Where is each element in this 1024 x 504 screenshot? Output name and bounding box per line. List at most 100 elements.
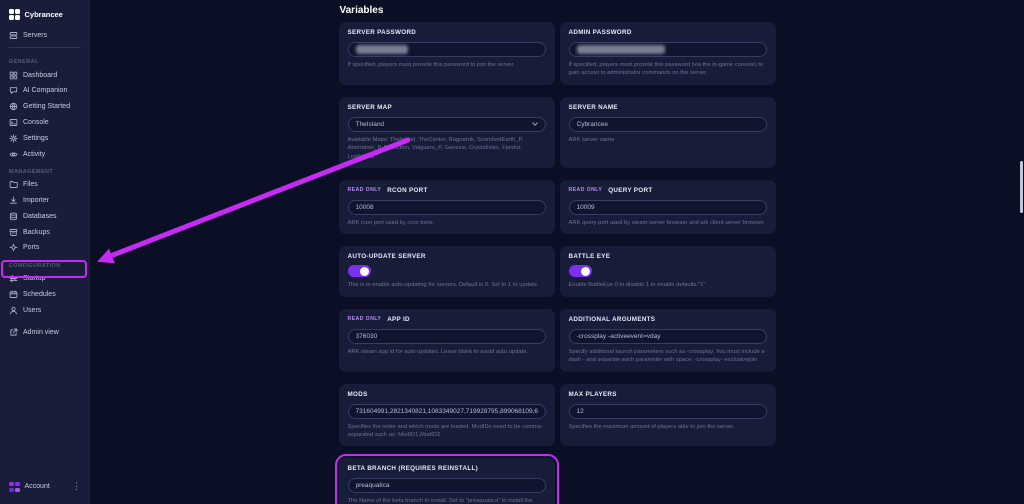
server-name-input[interactable]: [568, 116, 767, 132]
sidebar-item-ai-companion[interactable]: AI Companion: [0, 83, 90, 99]
sidebar-item-label: Ports: [23, 244, 40, 252]
sidebar: Cybrancee Servers GENERAL Dashboard AI C…: [0, 0, 90, 504]
toggle-knob: [581, 266, 590, 276]
sidebar-divider: [9, 47, 81, 49]
field-label: SERVER PASSWORD: [347, 29, 417, 36]
external-link-icon: [10, 328, 18, 336]
field-label: RCON PORT: [387, 186, 428, 194]
sidebar-item-label: Files: [23, 181, 38, 189]
chevron-down-icon: [531, 122, 538, 127]
auto-update-toggle[interactable]: [347, 265, 371, 278]
brand-name: Cybrancee: [24, 9, 63, 19]
sliders-icon: [9, 275, 18, 283]
field-label: MAX PLAYERS: [568, 390, 617, 398]
sidebar-item-admin-view[interactable]: Admin view: [0, 324, 90, 340]
sidebar-item-ports[interactable]: Ports: [0, 240, 90, 256]
sidebar-item-dashboard[interactable]: Dashboard: [0, 67, 90, 83]
card-query-port: READ ONLY QUERY PORT ARK query port used…: [559, 179, 776, 235]
server-map-select[interactable]: TheIsland: [347, 116, 546, 132]
card-max-players: MAX PLAYERS Specifies the maximum amount…: [559, 383, 776, 447]
field-label: ADDITIONAL ARGUMENTS: [568, 315, 656, 323]
sidebar-item-label: Admin view: [23, 328, 59, 336]
section-header-configuration: CONFIGURATION: [9, 262, 61, 269]
sidebar-item-servers[interactable]: Servers: [0, 28, 90, 44]
read-only-badge: READ ONLY: [568, 187, 603, 194]
server-password-input[interactable]: [347, 42, 546, 57]
terminal-icon: [9, 119, 18, 126]
sidebar-item-users[interactable]: Users: [0, 302, 90, 318]
cybrancee-logo-icon: [9, 9, 20, 20]
calendar-icon: [9, 290, 18, 298]
folder-icon: [9, 181, 18, 189]
field-label: APP ID: [387, 315, 410, 323]
app-id-input[interactable]: [347, 328, 546, 344]
sidebar-item-settings[interactable]: Settings: [0, 130, 90, 146]
sidebar-item-schedules[interactable]: Schedules: [0, 287, 90, 303]
card-server-map: SERVER MAP TheIsland Available Maps: The…: [338, 96, 555, 168]
field-help: ARK steam app id for auto updates. Leave…: [347, 348, 528, 355]
kebab-menu-icon[interactable]: ⋮: [72, 482, 81, 491]
sidebar-item-label: AI Companion: [23, 87, 68, 95]
card-server-password: SERVER PASSWORD If specified, players mu…: [338, 22, 555, 85]
globe-icon: [9, 103, 18, 111]
field-label: SERVER NAME: [568, 103, 618, 111]
battle-eye-toggle[interactable]: [568, 265, 592, 278]
sidebar-item-files[interactable]: Files: [0, 177, 90, 193]
ports-icon: [9, 244, 18, 252]
field-help: If specified, players must provide this …: [568, 62, 764, 77]
sidebar-item-label: Settings: [23, 134, 49, 142]
sidebar-item-backups[interactable]: Backups: [0, 224, 90, 240]
section-header-management: MANAGEMENT: [9, 168, 54, 175]
redacted-value: [576, 45, 665, 54]
field-label: ADMIN PASSWORD: [568, 29, 632, 36]
additional-arguments-input[interactable]: [568, 328, 767, 344]
field-label: SERVER MAP: [347, 103, 393, 111]
card-beta-branch: BETA BRANCH (REQUIRES REINSTALL) The Nam…: [334, 453, 559, 504]
sidebar-item-importer[interactable]: Importer: [0, 193, 90, 209]
card-mods: MODS Specifies the order and which mods …: [338, 383, 555, 447]
sidebar-item-console[interactable]: Console: [0, 115, 90, 131]
sidebar-item-label: Activity: [23, 150, 46, 158]
field-help: This is to enable auto-updating for serv…: [347, 282, 539, 289]
sidebar-item-label: Backups: [23, 228, 50, 236]
sidebar-item-label: Databases: [23, 212, 57, 220]
field-help: Specifies the maximum amount of players …: [568, 423, 735, 430]
sidebar-item-label: Console: [23, 119, 49, 127]
field-label: QUERY PORT: [608, 186, 653, 194]
card-app-id: READ ONLY APP ID ARK steam app id for au…: [338, 308, 555, 372]
selected-option: TheIsland: [355, 120, 385, 128]
rcon-port-input[interactable]: [347, 199, 546, 215]
variables-grid: SERVER PASSWORD If specified, players mu…: [334, 22, 776, 504]
sidebar-item-label: Getting Started: [23, 103, 71, 111]
card-server-name: SERVER NAME ARK server name: [559, 96, 776, 168]
max-players-input[interactable]: [568, 403, 767, 419]
field-help: ARK server name: [568, 136, 615, 143]
mods-input[interactable]: [347, 403, 546, 419]
gear-icon: [9, 134, 18, 143]
brand[interactable]: Cybrancee: [0, 0, 90, 28]
field-label: BATTLE EYE: [568, 253, 611, 261]
beta-branch-input[interactable]: [347, 478, 546, 494]
archive-icon: [9, 228, 18, 236]
query-port-input[interactable]: [568, 199, 767, 215]
toggle-knob: [360, 266, 369, 276]
sidebar-item-activity[interactable]: Activity: [0, 146, 90, 162]
sidebar-item-startup[interactable]: Startup: [0, 271, 90, 287]
account-row[interactable]: Account ⋮: [0, 476, 90, 500]
redacted-value: [355, 45, 408, 54]
download-icon: [10, 196, 17, 204]
card-rcon-port: READ ONLY RCON PORT ARK rcon port used b…: [338, 179, 555, 235]
dashboard-icon: [9, 71, 18, 79]
scrollbar-thumb[interactable]: [1020, 161, 1023, 213]
sidebar-item-getting-started[interactable]: Getting Started: [0, 99, 90, 115]
field-label: BETA BRANCH (REQUIRES REINSTALL): [347, 465, 479, 473]
sidebar-item-label: Startup: [23, 275, 46, 283]
field-label: AUTO-UPDATE SERVER: [347, 253, 426, 261]
field-help: Specify additional launch parameters suc…: [568, 348, 765, 364]
sidebar-item-databases[interactable]: Databases: [0, 209, 90, 225]
card-additional-arguments: ADDITIONAL ARGUMENTS Specify additional …: [559, 308, 776, 372]
user-icon: [10, 306, 17, 315]
account-avatar-icon: [9, 481, 20, 492]
field-help: If specified, players must provide this …: [347, 62, 515, 68]
admin-password-input[interactable]: [568, 42, 767, 57]
